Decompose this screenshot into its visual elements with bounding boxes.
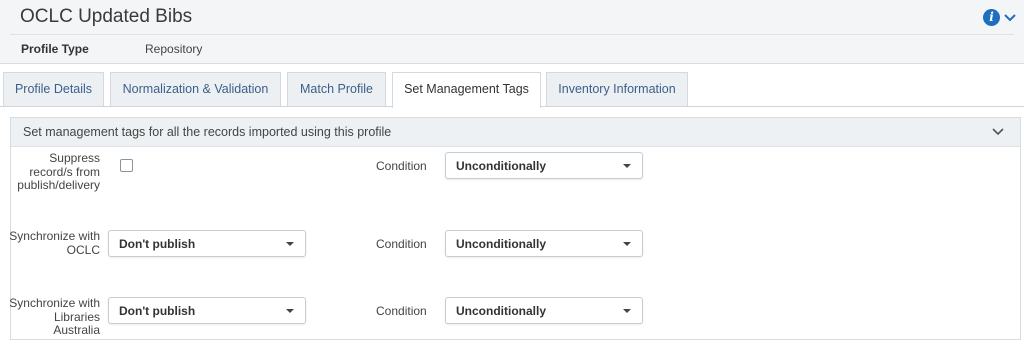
- condition-label: Condition: [376, 237, 427, 251]
- sync-oclc-select[interactable]: Don't publish: [108, 230, 306, 257]
- select-value: Unconditionally: [456, 237, 546, 251]
- sync-oclc-condition-select[interactable]: Unconditionally: [445, 230, 643, 257]
- caret-down-icon: [623, 164, 631, 168]
- suppress-label: Suppress record/s from publish/delivery: [17, 151, 100, 192]
- suppress-condition-select[interactable]: Unconditionally: [445, 152, 643, 179]
- select-value: Unconditionally: [456, 159, 546, 173]
- caret-down-icon: [286, 242, 294, 246]
- sync-la-select[interactable]: Don't publish: [108, 297, 306, 324]
- tab-inventory-information[interactable]: Inventory Information: [546, 72, 688, 106]
- select-value: Don't publish: [119, 304, 196, 318]
- profile-type-value: Repository: [145, 42, 203, 56]
- select-value: Don't publish: [119, 237, 196, 251]
- panel-title: Set management tags for all the records …: [23, 125, 392, 139]
- page-title: OCLC Updated Bibs: [20, 6, 193, 27]
- condition-label: Condition: [376, 159, 427, 173]
- header-divider: [10, 34, 1014, 35]
- select-value: Unconditionally: [456, 304, 546, 318]
- info-icon[interactable]: i: [983, 9, 1000, 26]
- tab-set-management-tags[interactable]: Set Management Tags: [392, 72, 541, 108]
- tab-match-profile[interactable]: Match Profile: [287, 72, 386, 106]
- panel-header[interactable]: Set management tags for all the records …: [11, 118, 1020, 147]
- tab-normalization-validation[interactable]: Normalization & Validation: [110, 72, 281, 106]
- chevron-down-icon[interactable]: [1003, 9, 1017, 26]
- sync-oclc-label: Synchronize with OCLC: [9, 229, 100, 257]
- tab-profile-details[interactable]: Profile Details: [3, 72, 104, 106]
- sync-la-condition-select[interactable]: Unconditionally: [445, 297, 643, 324]
- chevron-down-icon[interactable]: [992, 127, 1004, 137]
- suppress-checkbox[interactable]: [120, 159, 133, 172]
- page-header: OCLC Updated Bibs i Profile Type Reposit…: [0, 0, 1024, 64]
- profile-type-label: Profile Type: [21, 42, 89, 56]
- tab-bar: Profile Details Normalization & Validati…: [0, 72, 1024, 108]
- caret-down-icon: [623, 309, 631, 313]
- caret-down-icon: [623, 242, 631, 246]
- caret-down-icon: [286, 309, 294, 313]
- sync-la-label: Synchronize with Libraries Australia: [9, 296, 100, 337]
- condition-label: Condition: [376, 304, 427, 318]
